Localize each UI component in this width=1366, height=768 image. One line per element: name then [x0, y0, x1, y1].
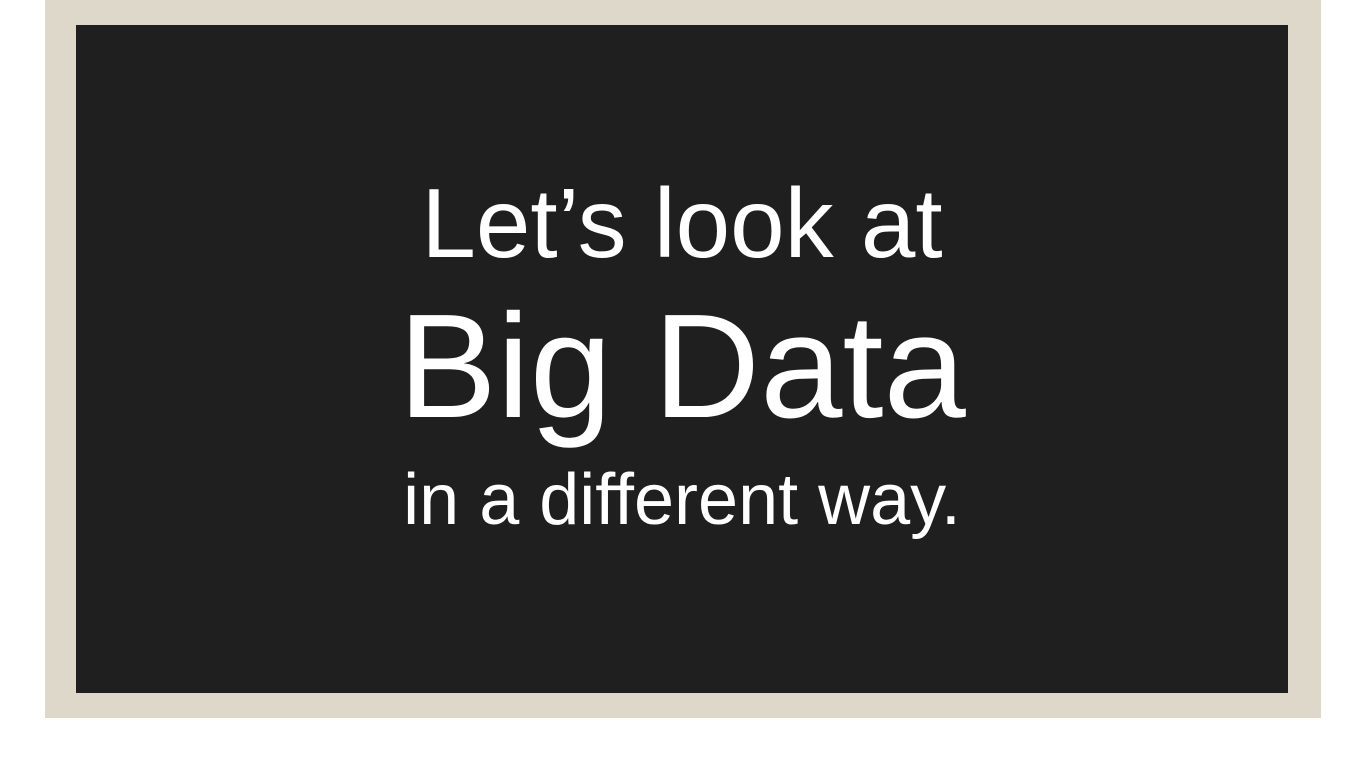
slide-text-outro: in a different way. [403, 460, 961, 540]
slide-content: Let’s look at Big Data in a different wa… [76, 25, 1288, 693]
slide-title: Big Data [398, 284, 966, 449]
slide-text-intro: Let’s look at [421, 168, 943, 278]
presentation-page: Let’s look at Big Data in a different wa… [0, 0, 1366, 768]
slide-frame: Let’s look at Big Data in a different wa… [45, 0, 1321, 718]
